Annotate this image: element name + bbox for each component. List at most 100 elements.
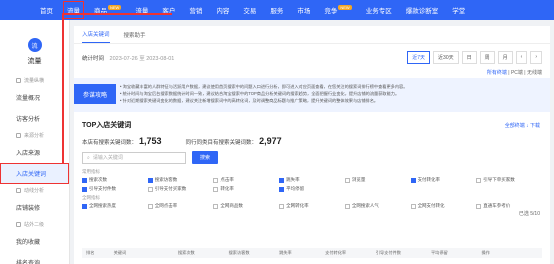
metric-checkbox[interactable]: 跳失率 [279,177,345,183]
metric-checkbox[interactable]: 全网点击率 [147,203,214,209]
date-label: 统计时间 [82,56,105,62]
metric-label: 直通车参考价 [483,203,511,208]
last-7-days-button[interactable]: 近7天 [407,51,431,64]
checkbox-box[interactable] [213,203,219,209]
metric-checkbox[interactable]: 支付转化率 [410,177,477,183]
metric-checkbox[interactable]: 搜索访客数 [147,177,214,183]
checkbox-box[interactable] [410,177,416,183]
sidebar-nav-item[interactable]: 我的收藏 [0,231,69,252]
topnav-item-label: 首页 [40,8,53,15]
metric-label: 全网点击率 [154,203,178,208]
tab-search-helper[interactable]: 搜索助手 [124,31,146,43]
metric-checkbox[interactable]: 平均停留 [279,186,345,192]
metric-checkbox[interactable]: 搜索次数 [82,177,148,183]
notice-line: • 淘宝收藏丰富的人群特征与活跃用户数据，建议使用首页搜索中的问题入口进行分析，… [120,84,408,89]
checkbox-box[interactable] [147,177,153,183]
metric-checkbox[interactable]: 引导下单买家数 [476,177,542,183]
peer-keyword-label: 同行同类目有搜索关键词数： [185,140,258,146]
pc-link[interactable]: PC端 [511,70,523,76]
table-header-cell[interactable]: 支付转化率 [321,250,372,256]
table-header: 排名 关键词 搜索次数 搜索访客数 跳失率 支付转化率 引导支付件数 平均停留 操作 [82,248,542,258]
metric-checkbox[interactable]: 点击率 [213,177,279,183]
topnav-item[interactable]: 内容 [216,5,229,15]
checkbox-box[interactable] [344,203,350,209]
metric-label: 浏览量 [351,177,366,182]
topnav-item-label: 交易 [243,8,257,15]
topnav-item[interactable]: 交易 [243,5,256,15]
metric-checkbox[interactable]: 转化率 [213,186,279,192]
sidebar-nav-item[interactable]: 排名查询 [0,252,69,264]
keyword-stats: 本店有搜索关键词数： 1,753 同行同类目有搜索关键词数： 2,977 [82,136,282,146]
checkbox-box[interactable] [82,177,87,183]
table-header-cell[interactable]: 搜索次数 [174,250,225,256]
table-header-cell[interactable]: 引导支付件数 [372,250,427,256]
checkbox-box[interactable] [147,203,153,209]
prev-period-button[interactable]: ‹ [515,51,528,64]
topnav-item[interactable]: 首页 [40,5,53,15]
checkbox-box[interactable] [82,186,87,192]
topnav-item[interactable]: 业务专区 [366,5,392,15]
last-30-days-button[interactable]: 近30天 [433,51,459,64]
checkbox-box[interactable] [213,177,219,183]
table-header-cell[interactable]: 跳失率 [275,250,321,256]
section-ops[interactable]: 全部终端 ↓ 下载 [505,122,540,129]
checkbox-box[interactable] [410,203,416,209]
wireless-link[interactable]: 无线端 [527,70,542,76]
metric-checkbox[interactable]: 全网商品数 [213,203,279,209]
metric-checkbox[interactable]: 全网支付转化 [410,203,477,209]
topnav-item[interactable]: 市场 [297,5,310,15]
checkbox-box[interactable] [279,203,285,209]
checkbox-box[interactable] [82,203,87,209]
checkbox-box[interactable] [476,177,482,183]
topnav-item-label: 服务 [270,8,284,15]
checkbox-box[interactable] [344,177,350,183]
metric-checkbox[interactable]: 引导支付件数 [82,186,148,192]
metric-filters: 常用指标 搜索次数 搜索访客数 点击率 跳失率 浏览量 支付转化率 引导下单买家数 引导支付件… [82,169,542,212]
metric-checkbox[interactable]: 全网搜索人气 [344,203,411,209]
checkbox-box[interactable] [147,186,153,192]
table-header-cell[interactable]: 平均停留 [427,250,478,256]
metric-label: 点击率 [220,177,234,182]
metric-checkbox[interactable]: 直通车参考价 [476,203,542,209]
sidebar-nav-item[interactable]: 访客分析 [0,108,69,129]
search-input[interactable]: ⌕ 请输入关键词 [82,151,186,164]
module-logo: 流 [27,38,42,52]
topnav-item[interactable]: 竞争NEW [324,5,352,15]
section-icon [16,188,21,193]
sidebar-nav-item[interactable]: 入店来源 [0,142,69,163]
terminal-links: 所有终端 | PC端 | 无线端 [486,70,542,76]
day-button[interactable]: 日 [461,51,477,64]
topnav-item-label: 业务专区 [365,8,392,15]
topnav-item[interactable]: 爆款诊断室 [406,5,439,15]
checkbox-box[interactable] [476,203,482,209]
global-metrics-label: 全网指标 [82,195,100,200]
sidebar-section-label: 流量纵横 [24,78,45,84]
sidebar-nav-item[interactable]: 店铺装修 [0,197,69,218]
topnav-item[interactable]: 营销 [189,5,202,15]
checkbox-box[interactable] [279,186,285,192]
search-icon: ⌕ [87,154,90,161]
sidebar-nav-item[interactable]: 流量概况 [0,87,69,108]
main-panel: 入店关键词 搜索助手 统计时间 2023-07-26 至 2023-08-01 … [74,26,550,264]
next-period-button[interactable]: › [530,51,542,64]
month-button[interactable]: 月 [497,51,513,64]
topnav-item[interactable]: 服务 [270,5,283,15]
topnav-item[interactable]: 学堂 [452,5,465,15]
metric-checkbox[interactable]: 全网搜索热度 [82,203,148,209]
metric-label: 全网搜索人气 [351,203,379,208]
metric-checkbox[interactable]: 浏览量 [344,177,411,183]
notice-line: • 统计时间与淘宝后台搜索数据统计时间一致，建议结合淘宝搜索中的TOP商品分析关… [120,91,400,96]
table-header-cell: 排名 [86,250,95,255]
week-button[interactable]: 周 [479,51,495,64]
checkbox-box[interactable] [279,177,285,183]
checkbox-box[interactable] [213,186,219,192]
metric-label: 跳失率 [286,177,300,182]
sidebar-nav-item[interactable]: 入店关键词 [0,163,69,184]
tab-keywords[interactable]: 入店关键词 [82,30,110,43]
all-terminals-link[interactable]: 所有终端 [487,70,507,76]
metric-checkbox[interactable]: 引导支付买家数 [147,186,214,192]
metric-checkbox[interactable]: 全网转化率 [279,203,345,209]
table-header-cell[interactable]: 搜索访客数 [225,250,276,256]
tab-bar: 入店关键词 搜索助手 [74,26,550,44]
search-button[interactable]: 搜索 [192,151,219,164]
